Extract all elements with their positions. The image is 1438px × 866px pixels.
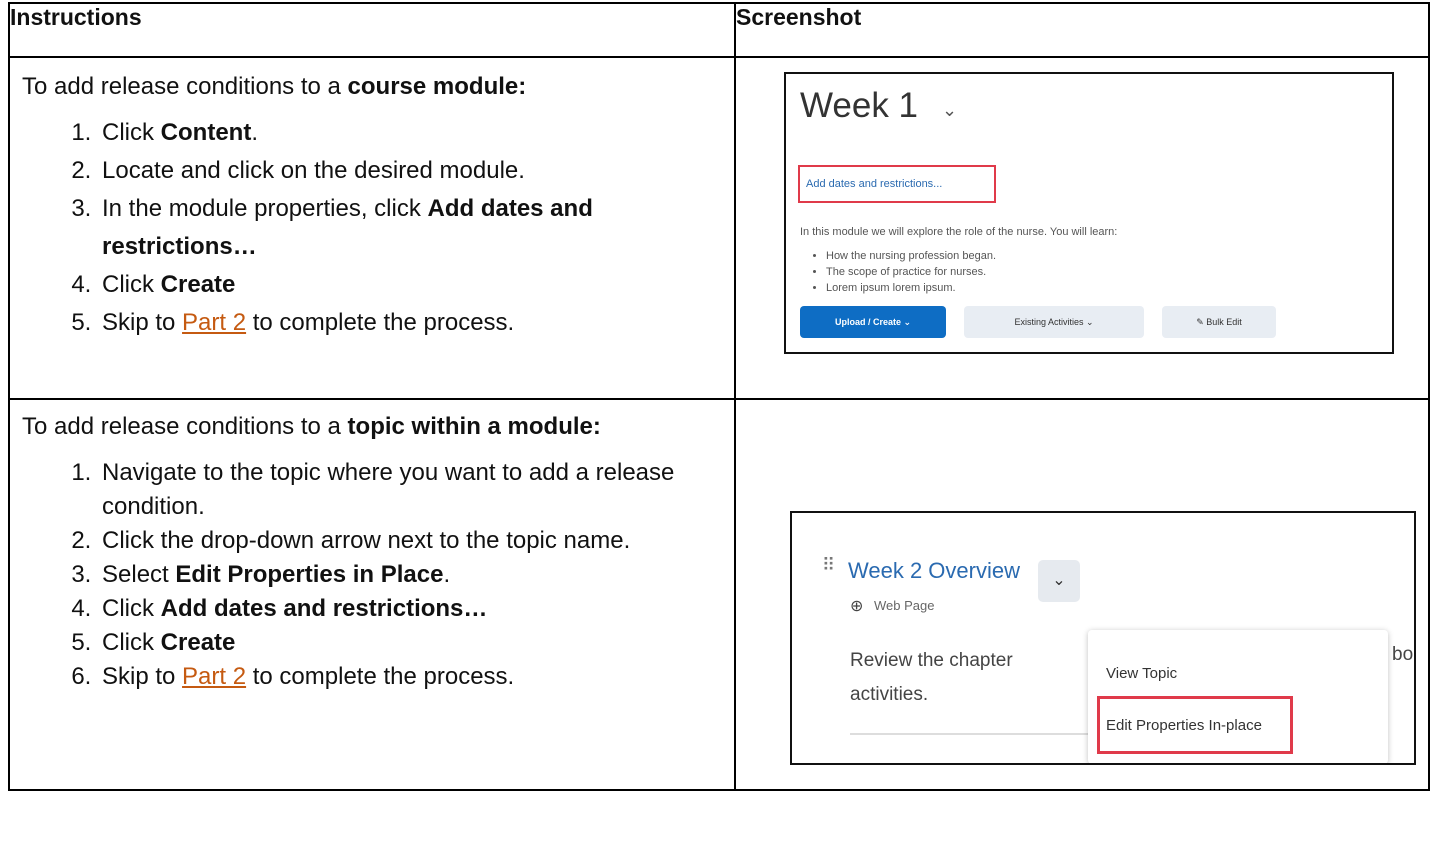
part-2-link[interactable]: Part 2: [182, 663, 246, 690]
topic-body-cut: bou: [1392, 644, 1414, 665]
chevron-down-icon: ⌄: [1038, 560, 1080, 602]
steps-list-1: Click Content. Locate and click on the d…: [22, 114, 734, 342]
chevron-down-icon: ⌄: [903, 317, 912, 327]
globe-icon: ⊕: [850, 598, 864, 615]
pencil-icon: ✎: [1196, 317, 1204, 327]
header-instructions: Instructions: [8, 2, 736, 58]
list-item: Click Create: [98, 626, 734, 660]
lead-text-2: To add release conditions to a topic wit…: [22, 413, 601, 440]
header-screenshot: Screenshot: [734, 2, 1430, 58]
chevron-down-icon: ⌄: [1086, 317, 1094, 327]
instructions-cell-2: To add release conditions to a topic wit…: [8, 398, 736, 791]
list-item: Click Create: [98, 266, 734, 304]
menu-item-edit-properties: Edit Properties In-place: [1106, 717, 1262, 734]
list-item: Click the drop-down arrow next to the to…: [98, 524, 734, 558]
menu-item-view-topic: View Topic: [1106, 665, 1178, 682]
list-item: Navigate to the topic where you want to …: [98, 456, 734, 524]
bulk-edit-button: ✎ Bulk Edit: [1162, 306, 1276, 338]
lead-text-1: To add release conditions to a course mo…: [22, 73, 527, 100]
header-row: Instructions Screenshot: [8, 2, 1430, 58]
chevron-down-icon: ⌄: [942, 100, 958, 120]
list-item: Select Edit Properties in Place.: [98, 558, 734, 592]
existing-activities-button: Existing Activities ⌄: [964, 306, 1144, 338]
list-item: Skip to Part 2 to complete the process.: [98, 660, 734, 694]
instructions-cell-1: To add release conditions to a course mo…: [8, 56, 736, 400]
list-item: Click Content.: [98, 114, 734, 152]
list-item: How the nursing profession began.: [826, 248, 996, 264]
list-item: Skip to Part 2 to complete the process.: [98, 304, 734, 342]
steps-list-2: Navigate to the topic where you want to …: [22, 456, 734, 694]
list-item: Lorem ipsum lorem ipsum.: [826, 280, 996, 296]
list-item: Locate and click on the desired module.: [98, 152, 734, 190]
list-item: The scope of practice for nurses.: [826, 264, 996, 280]
module-title: Week 1: [800, 86, 919, 125]
topic-dropdown-menu: View Topic Edit Properties In-place: [1088, 630, 1388, 763]
list-item: In the module properties, click Add date…: [98, 190, 734, 266]
module-description: In this module we will explore the role …: [800, 226, 1118, 238]
upload-create-button: Upload / Create ⌄: [800, 306, 946, 338]
add-dates-link: Add dates and restrictions...: [798, 165, 996, 203]
module-screenshot: Week 1 ⌄ Add dates and restrictions... I…: [784, 72, 1394, 354]
list-item: Click Add dates and restrictions…: [98, 592, 734, 626]
module-bullets: How the nursing profession began. The sc…: [798, 248, 996, 296]
topic-type: Web Page: [874, 598, 935, 613]
topic-title: Week 2 Overview: [848, 558, 1020, 583]
part-2-link[interactable]: Part 2: [182, 309, 246, 336]
topic-screenshot: ⠿ Week 2 Overview ⊕ Web Page ⌄ Review th…: [790, 511, 1416, 765]
topic-body: Review the chapter activities.: [850, 650, 1013, 705]
divider: [850, 733, 1100, 735]
drag-handle-icon: ⠿: [822, 555, 835, 575]
